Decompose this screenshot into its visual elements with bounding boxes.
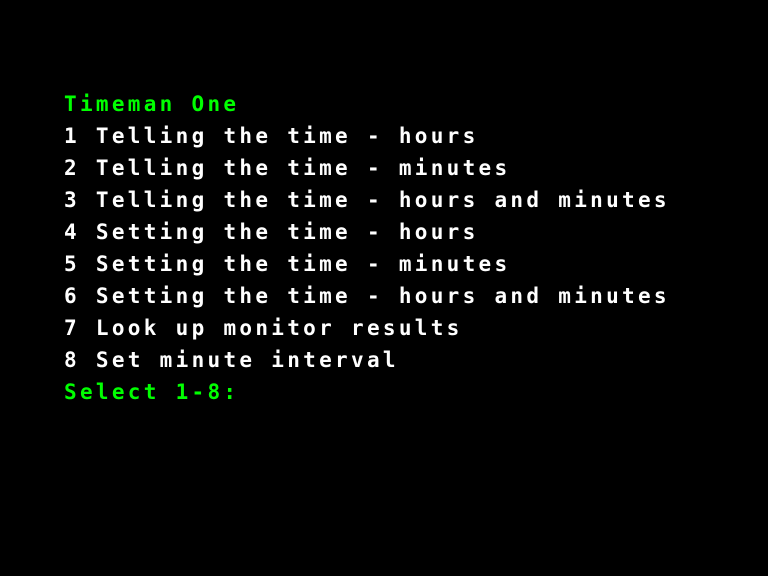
menu-item-label: Setting the time - hours <box>95 220 479 244</box>
menu-item-label: Telling the time - hours <box>95 124 479 148</box>
menu-item-5[interactable]: 5 Setting the time - minutes <box>64 248 744 280</box>
program-title: Timeman One <box>64 92 240 116</box>
menu-item-number: 8 <box>64 348 80 372</box>
menu-item-number: 4 <box>64 220 80 244</box>
menu-item-number: 7 <box>64 316 80 340</box>
menu-item-number: 3 <box>64 188 80 212</box>
menu-item-4[interactable]: 4 Setting the time - hours <box>64 216 744 248</box>
menu-item-3[interactable]: 3 Telling the time - hours and minutes <box>64 184 744 216</box>
menu-item-label: Setting the time - minutes <box>95 252 511 276</box>
menu-item-label: Telling the time - hours and minutes <box>95 188 670 212</box>
menu-item-8[interactable]: 8 Set minute interval <box>64 344 744 376</box>
menu-item-number: 1 <box>64 124 80 148</box>
menu-item-label: Telling the time - minutes <box>95 156 511 180</box>
menu-item-label: Look up monitor results <box>95 316 463 340</box>
menu-item-7[interactable]: 7 Look up monitor results <box>64 312 744 344</box>
selection-prompt[interactable]: Select 1-8: <box>64 376 744 408</box>
menu-item-number: 2 <box>64 156 80 180</box>
menu-item-6[interactable]: 6 Setting the time - hours and minutes <box>64 280 744 312</box>
menu-item-number: 6 <box>64 284 80 308</box>
menu-item-number: 5 <box>64 252 80 276</box>
menu-item-1[interactable]: 1 Telling the time - hours <box>64 120 744 152</box>
menu-screen: Timeman One 1 Telling the time - hours 2… <box>64 88 744 408</box>
menu-item-label: Setting the time - hours and minutes <box>95 284 670 308</box>
menu-item-label: Set minute interval <box>95 348 399 372</box>
menu-item-2[interactable]: 2 Telling the time - minutes <box>64 152 744 184</box>
